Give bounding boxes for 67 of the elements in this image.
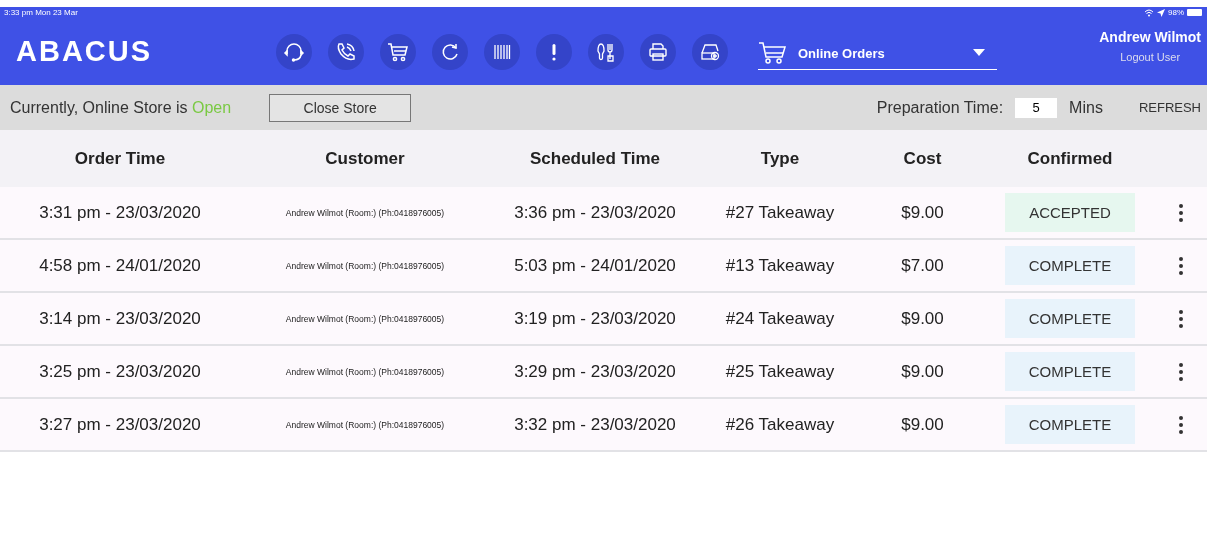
drawer-add-icon[interactable] <box>692 33 728 70</box>
column-header: Scheduled Time <box>528 148 662 169</box>
scheduled-time-cell-text: 3:19 pm - 23/03/2020 <box>513 308 677 329</box>
order-time-cell-text: 3:27 pm - 23/03/2020 <box>38 414 202 435</box>
refresh-button[interactable]: REFRESH <box>1138 100 1201 115</box>
battery-percent: 98% <box>1168 8 1184 17</box>
customer-cell-text: Andrew Wilmot (Room:) (Ph:0418976005) <box>284 313 446 324</box>
printer-icon[interactable] <box>640 33 676 70</box>
type-cell-text: #25 Takeaway <box>724 361 836 382</box>
headset-icon[interactable] <box>276 33 312 70</box>
order-time-cell-text: 3:14 pm - 23/03/2020 <box>38 308 202 329</box>
column-header: Type <box>759 148 801 169</box>
customer-cell-text: Andrew Wilmot (Room:) (Ph:0418976005) <box>284 366 446 377</box>
status-badge: COMPLETE <box>1005 352 1135 391</box>
customer-cell-text: Andrew Wilmot (Room:) (Ph:0418976005) <box>284 207 446 218</box>
close-store-button[interactable]: Close Store <box>269 93 412 122</box>
caret-icon <box>973 49 985 57</box>
type-cell-text: #27 Takeaway <box>724 202 836 223</box>
store-status-text: Currently, Online Store is Open <box>10 98 232 117</box>
app-logo: ABACUS <box>16 35 154 68</box>
column-header: Order Time <box>73 148 167 169</box>
cutlery-icon[interactable] <box>588 33 624 70</box>
status-badge: ACCEPTED <box>1005 193 1135 232</box>
cost-cell-text: $9.00 <box>900 308 945 329</box>
type-cell-text: #26 Takeaway <box>724 414 836 435</box>
logout-link[interactable]: Logout User <box>1120 50 1181 63</box>
order-time-cell-text: 3:25 pm - 23/03/2020 <box>38 361 202 382</box>
type-cell-text: #13 Takeaway <box>724 255 836 276</box>
type-cell-text: #24 Takeaway <box>724 308 836 329</box>
column-header: Customer <box>324 148 406 169</box>
minutes-label: Mins <box>1069 98 1103 117</box>
customer-cell-text: Andrew Wilmot (Room:) (Ph:0418976005) <box>284 419 446 430</box>
order-time-cell-text: 4:58 pm - 24/01/2020 <box>38 255 202 276</box>
cost-cell-text: $7.00 <box>900 255 945 276</box>
status-badge: COMPLETE <box>1005 246 1135 285</box>
customer-cell-text: Andrew Wilmot (Room:) (Ph:0418976005) <box>284 260 446 271</box>
scheduled-time-cell-text: 3:29 pm - 23/03/2020 <box>513 361 677 382</box>
status-badge: COMPLETE <box>1005 299 1135 338</box>
more-icon[interactable] <box>1178 308 1184 329</box>
cost-cell-text: $9.00 <box>900 414 945 435</box>
order-source-dropdown[interactable]: Online Orders <box>758 41 997 70</box>
more-icon[interactable] <box>1178 255 1184 276</box>
more-icon[interactable] <box>1178 414 1184 435</box>
user-name: Andrew Wilmot <box>1099 28 1201 45</box>
preparation-time-label: Preparation Time: <box>876 98 1004 117</box>
phone-icon[interactable] <box>328 33 364 70</box>
location-icon <box>1157 8 1165 17</box>
alert-icon[interactable] <box>536 33 572 70</box>
scheduled-time-cell-text: 3:32 pm - 23/03/2020 <box>513 414 677 435</box>
battery-icon <box>1187 9 1203 16</box>
barcode-icon[interactable] <box>484 33 520 70</box>
cost-cell-text: $9.00 <box>900 202 945 223</box>
refresh-icon[interactable] <box>432 33 468 70</box>
status-badge: COMPLETE <box>1005 405 1135 444</box>
wifi-icon <box>1144 8 1154 17</box>
more-icon[interactable] <box>1178 202 1184 223</box>
scheduled-time-cell-text: 5:03 pm - 24/01/2020 <box>513 255 677 276</box>
status-time: 3:33 pm Mon 23 Mar <box>4 8 78 17</box>
column-header: Cost <box>902 148 943 169</box>
more-icon[interactable] <box>1178 361 1184 382</box>
order-time-cell-text: 3:31 pm - 23/03/2020 <box>38 202 202 223</box>
cost-cell-text: $9.00 <box>900 361 945 382</box>
cart-icon[interactable] <box>380 33 416 70</box>
scheduled-time-cell-text: 3:36 pm - 23/03/2020 <box>513 202 677 223</box>
cart-icon <box>758 41 788 65</box>
preparation-time-field[interactable]: 5 <box>1015 97 1058 118</box>
column-header: Confirmed <box>1026 148 1114 169</box>
